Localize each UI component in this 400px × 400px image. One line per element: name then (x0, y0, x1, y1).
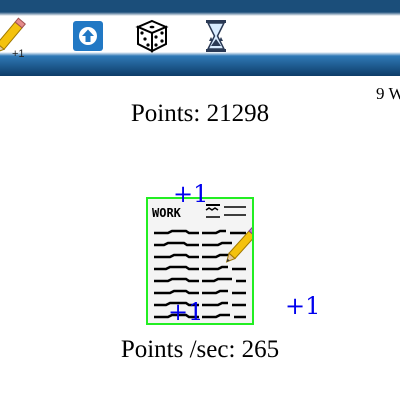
work-card[interactable]: WORK (146, 197, 254, 325)
points-total: Points: 21298 (130, 100, 270, 127)
pencil-bonus-label: +1 (12, 48, 25, 60)
floating-gain: +1 (285, 292, 321, 320)
pencil-tool[interactable]: +1 (0, 14, 34, 60)
dice-button[interactable] (134, 18, 170, 54)
work-card-title: WORK (152, 206, 182, 220)
work-document-icon: WORK (152, 204, 252, 319)
dice-icon (135, 19, 169, 53)
upgrade-button[interactable] (72, 20, 104, 52)
hourglass-icon (206, 20, 226, 52)
hourglass-button[interactable] (200, 18, 232, 54)
up-arrow-icon (73, 21, 103, 51)
top-toolbar: +1 (0, 0, 400, 76)
points-per-second: Points /sec: 265 (120, 336, 280, 363)
